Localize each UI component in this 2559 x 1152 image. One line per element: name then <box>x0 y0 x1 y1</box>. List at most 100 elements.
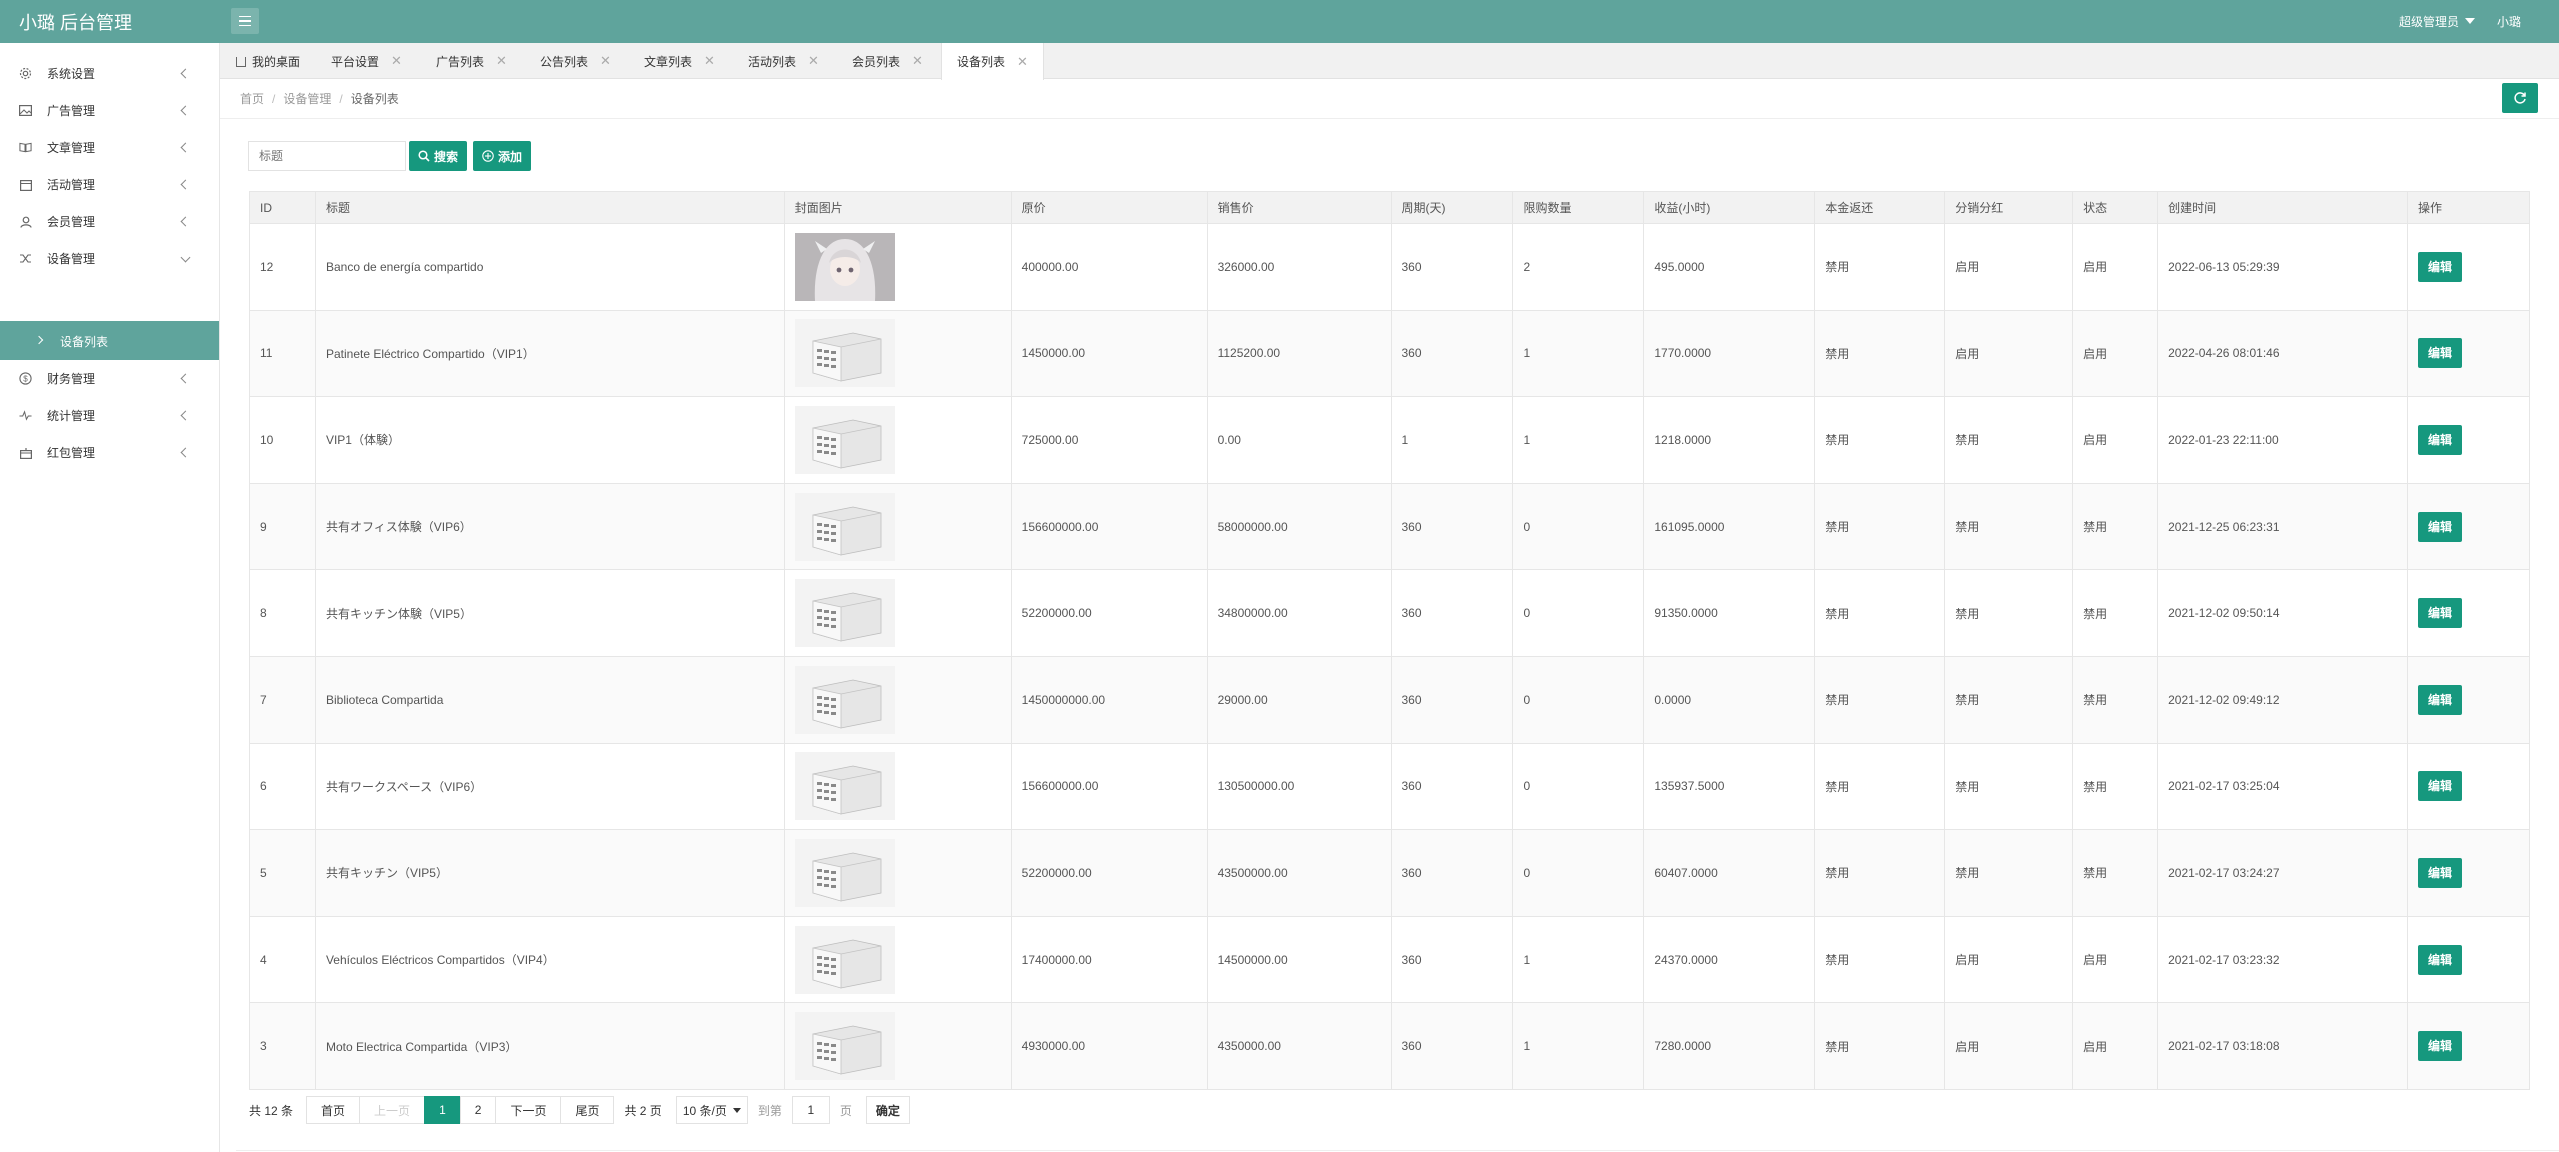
breadcrumb: 首页 / 设备管理 / 设备列表 <box>240 90 399 107</box>
close-icon[interactable]: ✕ <box>808 53 819 69</box>
edit-button[interactable]: 编辑 <box>2417 598 2462 629</box>
edit-button[interactable]: 编辑 <box>2417 1031 2462 1062</box>
cell-cycle: 360 <box>1390 655 1514 744</box>
close-icon[interactable]: ✕ <box>391 53 402 69</box>
breadcrumb-home[interactable]: 首页 <box>240 92 264 106</box>
cell-dividend-status: 禁用 <box>1944 482 2074 571</box>
sidebar-item-articles[interactable]: 文章管理 <box>0 129 219 166</box>
tab-platform-settings[interactable]: 平台设置 ✕ <box>331 43 402 79</box>
tab-ad-list[interactable]: 广告列表 ✕ <box>436 43 507 79</box>
column-header: 销售价 <box>1206 191 1392 224</box>
dollar-icon: $ <box>19 372 32 385</box>
edit-button[interactable]: 编辑 <box>2417 338 2462 369</box>
cell-status: 禁用 <box>2072 569 2159 657</box>
svg-text:$: $ <box>23 375 28 384</box>
sidebar-item-activities[interactable]: 活动管理 <box>0 166 219 203</box>
device-table: ID 标题 封面图片 原价 销售价 周期(天) 限购数量 收益(小时) 本金返还… <box>249 191 2531 1090</box>
tab-article-list[interactable]: 文章列表 ✕ <box>644 43 715 79</box>
page-number-button[interactable]: 1 <box>424 1096 461 1124</box>
search-icon <box>418 150 430 162</box>
cell-price: 400000.00 <box>1010 223 1208 311</box>
goto-confirm-button[interactable]: 确定 <box>865 1096 910 1124</box>
breadcrumb-parent[interactable]: 设备管理 <box>283 92 331 106</box>
app-logo[interactable]: 小璐 后台管理 <box>19 9 132 35</box>
cell-sale-price: 130500000.00 <box>1206 742 1392 831</box>
tab-label: 会员列表 <box>852 54 901 69</box>
tab-label: 设备列表 <box>957 55 1006 69</box>
cell-price: 1450000.00 <box>1010 309 1208 398</box>
cell-income: 1218.0000 <box>1643 396 1816 484</box>
breadcrumb-separator: / <box>339 92 343 106</box>
edit-button[interactable]: 编辑 <box>2417 771 2462 802</box>
refresh-button[interactable] <box>2502 83 2538 113</box>
edit-button[interactable]: 编辑 <box>2417 684 2462 715</box>
edit-button[interactable]: 编辑 <box>2417 251 2462 282</box>
admin-user-name[interactable]: 小璐 <box>2497 13 2521 30</box>
chevron-down-icon <box>180 252 191 263</box>
home-icon <box>236 57 246 67</box>
cover-image <box>794 579 895 648</box>
sidebar-item-members[interactable]: 会员管理 <box>0 203 219 240</box>
search-button[interactable]: 搜索 <box>409 141 468 171</box>
tab-activity-list[interactable]: 活动列表 ✕ <box>748 43 819 79</box>
add-button-label: 添加 <box>498 149 523 164</box>
add-button[interactable]: 添加 <box>473 141 532 171</box>
edit-button[interactable]: 编辑 <box>2417 424 2462 455</box>
cell-dividend-status: 启用 <box>1944 309 2074 398</box>
sidebar-item-system[interactable]: 系统设置 <box>0 55 219 92</box>
cell-id: 3 <box>249 1002 316 1090</box>
cover-image <box>794 752 895 821</box>
sidebar-item-label: 文章管理 <box>47 141 96 155</box>
page-size-select[interactable]: 10 条/页 <box>675 1096 748 1124</box>
sidebar-item-label: 广告管理 <box>47 104 96 118</box>
sidebar-item-statistics[interactable]: 统计管理 <box>0 397 219 434</box>
cell-actions: 编辑 <box>2406 396 2531 484</box>
tab-label: 活动列表 <box>748 54 797 69</box>
cell-sale-price: 326000.00 <box>1206 223 1392 311</box>
goto-page-input[interactable]: 1 <box>791 1096 830 1124</box>
tab-bar: 我的桌面 平台设置 ✕ 广告列表 ✕ 公告列表 ✕ 文章列表 ✕ 活动列表 ✕ 会员列表 ✕… <box>220 43 2559 80</box>
cell-id: 4 <box>249 915 316 1004</box>
cell-title: 共有キッチン体験（VIP5） <box>314 569 785 657</box>
edit-button[interactable]: 编辑 <box>2417 857 2462 888</box>
page-first-button[interactable]: 首页 <box>306 1096 361 1124</box>
sidebar-item-redpacket[interactable]: 红包管理 <box>0 434 219 471</box>
column-header: 周期(天) <box>1390 191 1514 224</box>
tab-desktop[interactable]: 我的桌面 <box>236 43 300 79</box>
page-prev-button[interactable]: 上一页 <box>359 1096 426 1124</box>
table-row: 3 Moto Electrica Compartida（VIP3） 4930000.… <box>249 1002 2531 1090</box>
cell-created-time: 2021-02-17 03:25:04 <box>2157 742 2408 831</box>
close-icon[interactable]: ✕ <box>704 53 715 69</box>
cell-sale-price: 4350000.00 <box>1206 1002 1392 1090</box>
tab-device-list[interactable]: 设备列表 ✕ <box>941 43 1044 80</box>
divider <box>236 1150 2559 1151</box>
edit-button[interactable]: 编辑 <box>2417 944 2462 975</box>
chevron-left-icon <box>180 179 191 190</box>
cell-limit: 1 <box>1512 309 1645 398</box>
menu-toggle-icon[interactable] <box>231 8 259 34</box>
cell-status: 禁用 <box>2072 742 2159 831</box>
cell-cover <box>783 1002 1012 1090</box>
page-number-button[interactable]: 2 <box>459 1096 497 1124</box>
close-icon[interactable]: ✕ <box>600 53 611 69</box>
admin-role-dropdown[interactable]: 超级管理员 <box>2399 13 2475 30</box>
page-last-button[interactable]: 尾页 <box>560 1096 615 1124</box>
user-icon <box>19 215 32 228</box>
sidebar-subitem-device-list[interactable]: 设备列表 <box>0 321 219 360</box>
column-header: 分销分红 <box>1944 191 2074 224</box>
tab-member-list[interactable]: 会员列表 ✕ <box>852 43 923 79</box>
cell-actions: 编辑 <box>2406 742 2531 831</box>
close-icon[interactable]: ✕ <box>912 53 923 69</box>
cell-cycle: 360 <box>1390 223 1514 311</box>
search-input[interactable] <box>248 141 406 171</box>
close-icon[interactable]: ✕ <box>1017 54 1028 70</box>
cell-income: 7280.0000 <box>1643 1002 1816 1090</box>
sidebar-item-finance[interactable]: $ 财务管理 <box>0 360 219 397</box>
sidebar-item-devices[interactable]: 设备管理 <box>0 240 219 277</box>
page-next-button[interactable]: 下一页 <box>495 1096 562 1124</box>
close-icon[interactable]: ✕ <box>496 53 507 69</box>
sidebar-item-ads[interactable]: 广告管理 <box>0 92 219 129</box>
cell-dividend-status: 禁用 <box>1944 655 2074 744</box>
tab-notice-list[interactable]: 公告列表 ✕ <box>540 43 611 79</box>
edit-button[interactable]: 编辑 <box>2417 511 2462 542</box>
